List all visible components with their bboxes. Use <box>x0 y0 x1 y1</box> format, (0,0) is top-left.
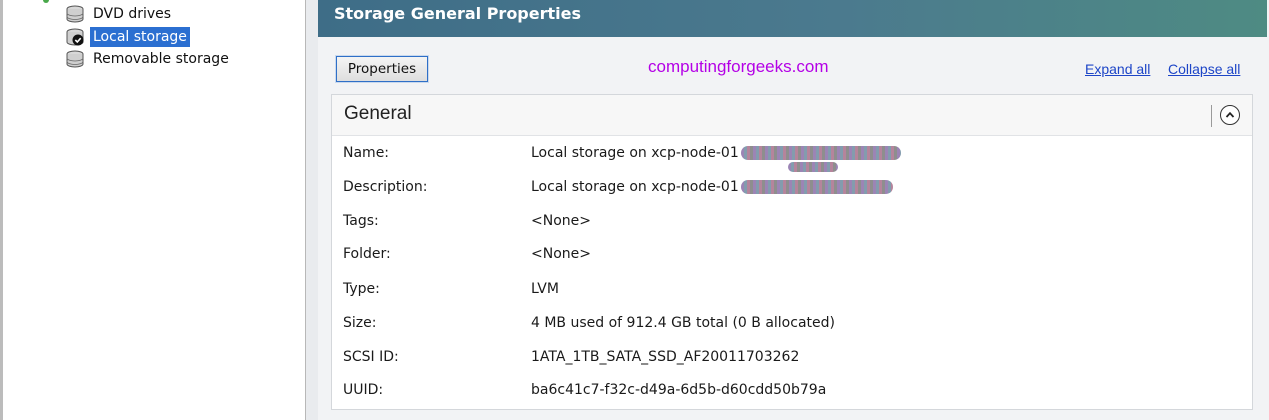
field-value: <None> <box>531 246 591 262</box>
properties-button[interactable]: Properties <box>335 55 429 83</box>
field-key: UUID: <box>343 382 384 398</box>
disk-icon <box>66 50 84 68</box>
chevron-up-icon <box>1225 111 1235 118</box>
tree-item-dvd-drives[interactable]: DVD drives <box>65 3 174 25</box>
watermark: computingforgeeks.com <box>648 57 829 76</box>
redaction-mark <box>788 162 838 172</box>
field-value: Local storage on xcp-node-01 <box>531 179 739 195</box>
field-key: SCSI ID: <box>343 349 399 365</box>
splitter[interactable] <box>306 0 318 420</box>
tree-item-local-storage[interactable]: Local storage <box>65 26 190 48</box>
field-key: Folder: <box>343 246 391 262</box>
field-value: ba6c41c7-f32c-d49a-6d5b-d60cdd50b79a <box>531 382 827 398</box>
general-section: General Name: Local storage on xcp-node-… <box>331 94 1253 410</box>
disk-icon <box>66 5 84 23</box>
field-value: LVM <box>531 281 559 297</box>
redaction-mark <box>741 146 901 160</box>
redaction-mark <box>741 180 893 194</box>
field-key: Name: <box>343 145 390 161</box>
properties-panel: Storage General Properties Properties co… <box>318 0 1269 420</box>
tree-item-label: Removable storage <box>93 51 229 67</box>
tree-item-label: Local storage <box>90 27 190 47</box>
section-header[interactable]: General <box>332 95 1252 136</box>
field-value: <None> <box>531 213 591 229</box>
panel-title: Storage General Properties <box>318 0 1267 37</box>
expand-all-link[interactable]: Expand all <box>1085 61 1150 77</box>
field-key: Size: <box>343 315 377 331</box>
disk-check-icon <box>66 28 84 46</box>
tree-item-removable-storage[interactable]: Removable storage <box>65 48 232 70</box>
storage-tree: DVD drives Local storage Removable stora… <box>0 0 306 420</box>
section-title: General <box>344 103 412 124</box>
collapse-section-button[interactable] <box>1220 105 1240 125</box>
tree-item-label: DVD drives <box>93 6 172 22</box>
field-key: Description: <box>343 179 428 195</box>
field-value: 4 MB used of 912.4 GB total (0 B allocat… <box>531 315 835 331</box>
field-value: Local storage on xcp-node-01 <box>531 145 739 161</box>
field-key: Type: <box>343 281 380 297</box>
collapse-all-link[interactable]: Collapse all <box>1168 61 1240 77</box>
divider <box>1211 105 1212 127</box>
tree-status-indicator <box>43 0 49 3</box>
field-value: 1ATA_1TB_SATA_SSD_AF20011703262 <box>531 349 800 365</box>
field-key: Tags: <box>343 213 379 229</box>
